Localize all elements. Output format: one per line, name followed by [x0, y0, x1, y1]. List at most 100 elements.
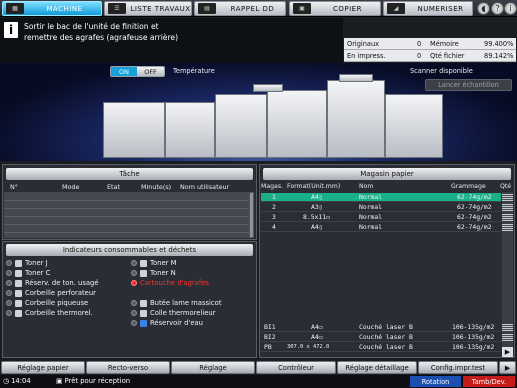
tray-format: 8.5x11▭ [303, 213, 330, 221]
tray-paper-name: Normal [359, 223, 383, 231]
originaux-value: 0 [417, 40, 422, 48]
scroll-right-icon[interactable]: ▶ [502, 347, 513, 357]
col-format: Format(Unit.mm) [287, 183, 341, 190]
tab-machine[interactable]: ▦ MACHINE [2, 1, 102, 16]
tray-number: 2 [272, 203, 276, 211]
tab-numeriser[interactable]: ◢ NUMERISER [383, 1, 473, 16]
tray-row[interactable]: PB 307.0 x 472.0 Couché laser B 106-135g… [261, 343, 501, 352]
clock: ◷ 14:04 [3, 377, 31, 385]
tray-paper-name: Couché laser B [359, 323, 413, 331]
status-dot-icon [131, 270, 137, 276]
tab-liste-travaux[interactable]: ☰ LISTE TRAVAUX [104, 1, 192, 16]
tray-row[interactable]: BI1 A4▭ Couché laser B 106-135g/m2 [261, 323, 501, 332]
tray-weight: 62-74g/m2 [457, 223, 492, 231]
col-etat: Etat [107, 183, 120, 191]
tray-paper-name: Normal [359, 193, 383, 201]
en-impress-label: En impress. [347, 52, 386, 60]
reglage-papier-button[interactable]: Réglage papier [1, 361, 85, 374]
tray-row[interactable]: 4 A4▯ Normal 62-74g/m2 [261, 223, 501, 232]
qty-gauge [502, 204, 513, 211]
info-icon[interactable]: ⅰ [504, 2, 517, 15]
status-message: Sortir le bac de l'unité de finition et … [24, 21, 324, 43]
reglage-detaillage-button[interactable]: Réglage détaillage [337, 361, 417, 374]
indicator-corbeille-piqueuse: Corbeille piqueuse [6, 298, 88, 308]
en-impress-value: 0 [417, 52, 422, 60]
counters-panel: Originaux 0 Mémoire 99.400% En impress. … [344, 38, 516, 62]
stapler-waste-icon [15, 299, 22, 307]
tab-rappel-dd[interactable]: ▤ RAPPEL DD [194, 1, 286, 16]
qty-gauge [502, 324, 513, 331]
glue-icon [140, 309, 147, 317]
rotation-indicator[interactable]: Rotation [410, 376, 461, 387]
tache-table-body[interactable] [4, 192, 250, 238]
toggle-on[interactable]: ON [111, 67, 137, 76]
status-dot-icon [131, 300, 137, 306]
toggle-off[interactable]: OFF [137, 67, 164, 76]
machine-status: ▣ Prêt pour réception [56, 377, 131, 385]
message-line-1: Sortir le bac de l'unité de finition et [24, 22, 159, 31]
tray-row[interactable]: BI2 A4▭ Couché laser B 106-135g/m2 [261, 333, 501, 342]
indicator-toner-n: Toner N [131, 268, 176, 278]
tab-copier[interactable]: ▣ COPIER [289, 1, 381, 16]
info-icon: i [4, 22, 18, 38]
tab-label: MACHINE [46, 4, 83, 13]
hdd-recall-icon: ▤ [198, 3, 216, 14]
indicator-label: Toner C [25, 269, 51, 277]
status-dot-icon [131, 260, 137, 266]
status-dot-icon [6, 270, 12, 276]
tray-weight: 62-74g/m2 [457, 193, 492, 201]
status-text: Prêt pour réception [64, 377, 131, 385]
sound-icon[interactable]: ◖ [477, 2, 490, 15]
tab-label: LISTE TRAVAUX [130, 4, 191, 13]
magasin-table-header: Magas. Format(Unit.mm) Nom Grammage Qté [261, 182, 513, 192]
qte-fichier-value: 89.142% [484, 52, 514, 60]
status-dot-icon [6, 300, 12, 306]
indicator-reserv-toner: Réserv. de ton. usagé [6, 278, 99, 288]
reglage-button[interactable]: Réglage [171, 361, 255, 374]
tray-row[interactable]: 2 A3▯ Normal 62-74g/m2 [261, 203, 501, 212]
indicator-label: Toner M [150, 259, 177, 267]
col-grammage: Grammage [451, 183, 486, 190]
tray-row[interactable]: 1 A4▯ Normal 62-74g/m2 [261, 193, 501, 202]
indicator-label: Toner J [25, 259, 48, 267]
tray-format: A4▭ [311, 333, 323, 341]
indicator-label: Corbeille piqueuse [25, 299, 89, 307]
help-icon[interactable]: ? [491, 2, 504, 15]
indicator-label: Colle thermorelieur [150, 309, 216, 317]
indicator-corbeille-thermorel: Corbeille thermorel. [6, 308, 93, 318]
tray-row[interactable]: 3 8.5x11▭ Normal 62-74g/m2 [261, 213, 501, 222]
next-page-icon[interactable]: ▶ [499, 361, 516, 374]
memoire-value: 99.400% [484, 40, 514, 48]
qty-gauge [502, 214, 513, 221]
status-dot-icon [6, 310, 12, 316]
status-dot-icon [6, 280, 12, 286]
recto-verso-button[interactable]: Recto-verso [86, 361, 170, 374]
config-impr-test-button[interactable]: Config.impr.test [418, 361, 498, 374]
status-dot-icon [6, 290, 12, 296]
tray-number: 3 [272, 213, 276, 221]
tray-number: BI1 [264, 323, 276, 331]
indicator-cartouche-agrafes: Cartouche d'agrafes [131, 278, 209, 288]
tray-weight: 106-135g/m2 [452, 333, 495, 341]
temperature-label: Température [173, 67, 215, 75]
tache-scrollbar[interactable] [249, 192, 254, 238]
controleur-button[interactable]: Contrôleur [256, 361, 336, 374]
indicator-toner-j: Toner J [6, 258, 48, 268]
tray-paper-name: Normal [359, 213, 383, 221]
indicator-label: Cartouche d'agrafes [140, 279, 209, 287]
message-line-2: remettre des agrafes (agrafeuse arrière) [24, 33, 179, 42]
col-minutes: Minute(s) [141, 183, 172, 191]
temperature-toggle[interactable]: ON OFF [110, 66, 165, 77]
qte-fichier-label: Qté fichier [430, 52, 465, 60]
originaux-label: Originaux [347, 40, 380, 48]
indicator-label: Corbeille perforateur [25, 289, 96, 297]
tray-format: A4▯ [311, 193, 323, 201]
magasin-title: Magasin papier [263, 168, 511, 180]
indicator-toner-c: Toner C [6, 268, 50, 278]
tray-format: A3▯ [311, 203, 323, 211]
tab-label: RAPPEL DD [230, 4, 275, 13]
tray-weight: 106-135g/m2 [452, 323, 495, 331]
tamb-dev-indicator[interactable]: Tamb/Dev. [463, 376, 515, 387]
qty-gauge [502, 334, 513, 341]
indicator-colle-thermorelieur: Colle thermorelieur [131, 308, 216, 318]
